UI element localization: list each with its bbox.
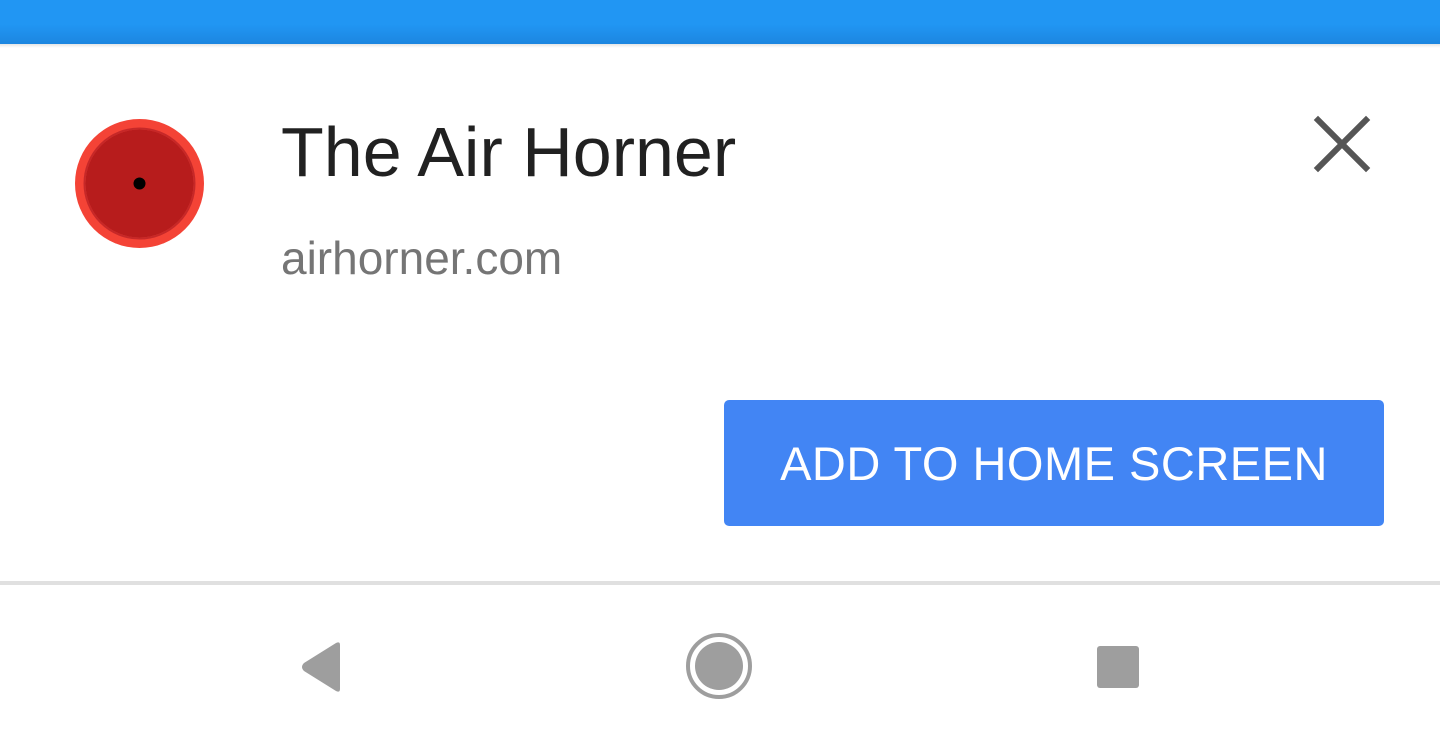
app-title: The Air Horner — [281, 113, 737, 191]
home-circle-icon[interactable] — [684, 631, 754, 701]
top-status-bar — [0, 0, 1440, 44]
back-triangle-icon[interactable] — [290, 635, 354, 699]
app-url: airhorner.com — [281, 232, 563, 284]
recents-square-icon[interactable] — [1086, 635, 1150, 699]
add-to-home-screen-banner: The Air Horner airhorner.com ADD TO HOME… — [0, 0, 1440, 750]
top-bar-shadow — [0, 44, 1440, 48]
navigation-bar — [0, 585, 1440, 750]
close-icon[interactable] — [1306, 108, 1378, 180]
add-to-home-screen-button[interactable]: ADD TO HOME SCREEN — [724, 400, 1384, 526]
app-icon — [75, 119, 204, 248]
